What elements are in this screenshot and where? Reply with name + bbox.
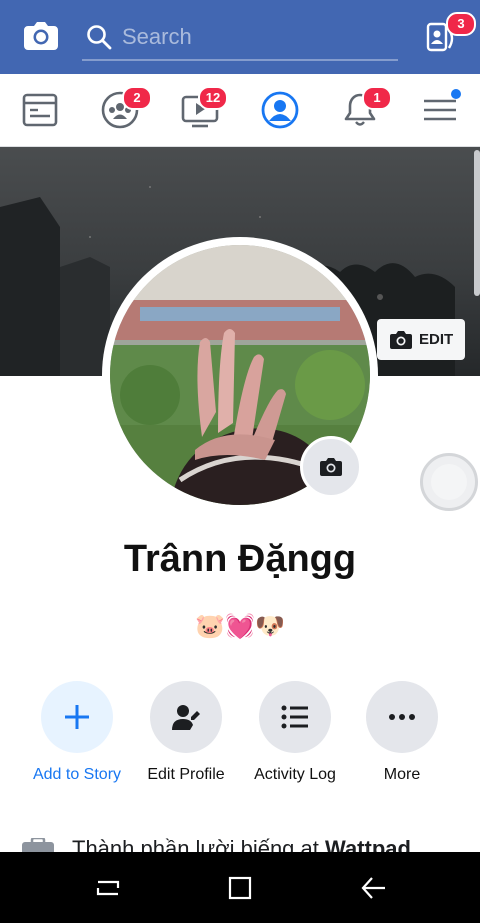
add-to-story-button[interactable]: Add to Story [22,681,132,783]
edit-profile-label: Edit Profile [147,766,225,783]
edit-profile-circle [150,681,222,753]
briefcase-icon [22,838,54,852]
more-icon [389,714,415,720]
activity-log-button[interactable]: Activity Log [240,681,350,783]
back-icon[interactable] [360,874,388,902]
more-button[interactable]: More [347,681,457,783]
search-input[interactable] [122,22,392,52]
tab-news-feed[interactable] [18,88,62,132]
tab-notifications[interactable]: 1 [338,86,392,132]
search-underline [82,59,398,61]
news-feed-icon [22,93,58,127]
camera-icon[interactable] [24,20,58,52]
menu-icon [424,89,461,121]
search-icon [86,24,112,50]
edit-cover-button[interactable]: EDIT [377,319,465,360]
profile-bio: 🐷💓🐶 [195,613,285,640]
camera-icon [390,331,412,349]
tab-watch[interactable]: 12 [178,86,228,132]
add-to-story-circle [41,681,113,753]
work-info-row[interactable]: Thành phần lười biếng at Wattpad [0,826,480,852]
work-info-text: Thành phần lười biếng at Wattpad [72,836,411,852]
plus-icon [65,705,89,729]
tab-profile[interactable] [258,88,302,132]
edit-profile-button[interactable]: Edit Profile [131,681,241,783]
more-circle [366,681,438,753]
edit-profile-icon [172,705,200,730]
more-label: More [383,766,421,783]
activity-log-circle [259,681,331,753]
change-profile-picture-button[interactable] [300,436,362,498]
recent-apps-icon[interactable] [94,874,122,902]
work-info-prefix: Thành phần lười biếng at [72,836,325,852]
system-nav-bar [0,852,480,923]
profile-icon [261,91,299,129]
contacts-icon[interactable]: 3 [422,12,476,56]
tab-menu[interactable] [418,88,462,132]
groups-badge: 2 [122,86,152,110]
add-to-story-label: Add to Story [32,766,122,783]
watch-badge: 12 [198,86,228,110]
tab-groups[interactable]: 2 [98,86,152,132]
nav-bar: 2 12 1 [0,74,480,148]
work-info-org: Wattpad [325,836,411,852]
edit-cover-label: EDIT [419,331,454,348]
activity-log-label: Activity Log [254,766,336,783]
top-bar: 3 [0,0,480,74]
list-icon [281,705,308,729]
contacts-badge: 3 [446,12,476,36]
notifications-badge: 1 [362,86,392,110]
profile-name: Trânn Đặngg [123,538,357,580]
camera-icon [320,458,342,476]
cover-scrollbar[interactable] [474,150,480,296]
assistive-touch-button[interactable] [420,453,478,511]
home-icon[interactable] [226,874,254,902]
